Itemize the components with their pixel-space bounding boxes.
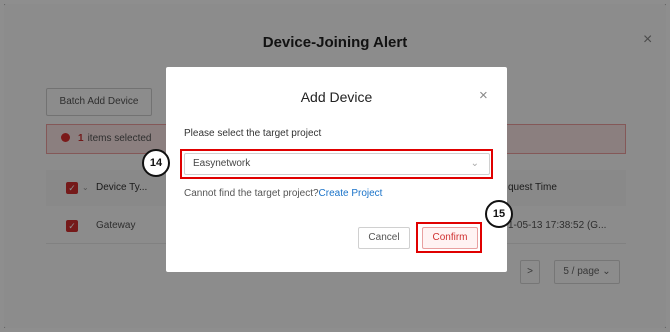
step-marker-14: 14: [142, 149, 170, 177]
add-device-title: Add Device: [300, 89, 373, 105]
create-project-hint: Cannot find the target project?Create Pr…: [184, 188, 382, 199]
confirm-highlight-box: [416, 222, 482, 253]
select-highlight-box: [180, 149, 493, 179]
close-icon[interactable]: ×: [479, 87, 488, 104]
step-marker-15: 15: [485, 200, 513, 228]
create-project-link[interactable]: Create Project: [319, 188, 383, 199]
select-label: Please select the target project: [184, 128, 322, 139]
cancel-button[interactable]: Cancel: [358, 227, 410, 249]
hint-text: Cannot find the target project?: [184, 188, 319, 199]
